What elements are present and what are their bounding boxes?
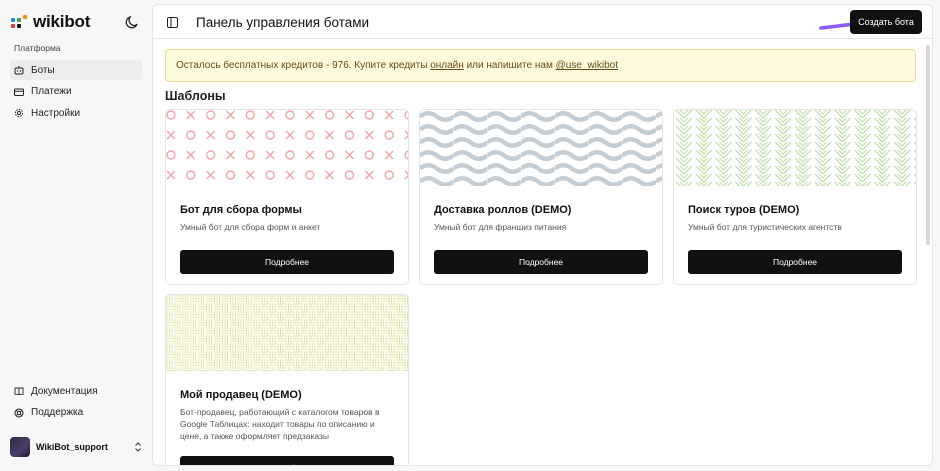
card-icon (14, 88, 24, 96)
sidebar-item-label: Платежи (31, 86, 72, 97)
gear-icon (14, 108, 24, 118)
wikibot-logo-icon (11, 15, 27, 28)
card-description: Умный бот для туристических агентств (688, 222, 842, 232)
bot-icon (14, 66, 24, 75)
sidebar-nav: Боты Платежи Настройки (10, 60, 142, 125)
brand-name: wikibot (33, 12, 91, 31)
user-name: WikiBot_support (36, 442, 108, 452)
card-title: Поиск туров (DEMO) (688, 204, 800, 216)
card-description: Бот-продавец, работающий с каталогом тов… (180, 407, 380, 441)
avatar (10, 437, 30, 457)
card-details-button[interactable]: Подробнее (434, 250, 648, 274)
page-title: Панель управления ботами (196, 15, 370, 30)
scrollbar[interactable] (926, 45, 930, 245)
pattern-xo-image (166, 110, 408, 186)
alert-text: или напишите нам (463, 60, 556, 71)
online-link[interactable]: онлайн (430, 60, 464, 71)
pattern-weave-image (166, 295, 408, 371)
pattern-chevron-image (674, 110, 916, 186)
book-icon (14, 387, 24, 396)
card-details-button[interactable]: Подробнее (180, 456, 394, 465)
card-title: Мой продавец (DEMO) (180, 389, 302, 401)
card-details-button[interactable]: Подробнее (180, 250, 394, 274)
card-description: Умный бот для франшиз питания (434, 222, 567, 232)
card-title: Бот для сбора формы (180, 204, 302, 216)
sidebar-item-label: Документация (31, 385, 98, 397)
sidebar: wikibot Платформа Боты Платежи Настройки… (0, 0, 152, 471)
template-card-seller[interactable]: Мой продавец (DEMO) Бот-продавец, работа… (165, 294, 409, 465)
card-description: Умный бот для сбора форм и анкет (180, 222, 321, 232)
sidebar-toggle-icon[interactable] (167, 17, 178, 28)
alert-text: Осталось бесплатных кредитов - 976. Купи… (176, 60, 431, 71)
sidebar-item-label: Настройки (31, 107, 81, 119)
template-card-delivery[interactable]: Доставка роллов (DEMO) Умный бот для фра… (419, 109, 663, 285)
sidebar-item-support[interactable]: Поддержка (10, 403, 142, 423)
lifebuoy-icon (14, 408, 24, 417)
sidebar-item-label: Поддержка (31, 407, 84, 418)
sidebar-section-label: Платформа (14, 43, 61, 53)
sidebar-item-docs[interactable]: Документация (10, 381, 142, 401)
top-bar: Панель управления ботами Создать бота (153, 5, 932, 39)
sidebar-item-bots[interactable]: Боты (10, 60, 142, 80)
templates-heading: Шаблоны (165, 89, 226, 103)
sidebar-item-label: Боты (31, 64, 55, 76)
card-title: Доставка роллов (DEMO) (434, 204, 572, 216)
user-menu[interactable]: WikiBot_support (10, 435, 142, 459)
pattern-waves-image (420, 110, 662, 186)
main-panel: Панель управления ботами Создать бота Ос… (152, 4, 933, 466)
credits-alert: Осталось бесплатных кредитов - 976. Купи… (165, 49, 916, 82)
contact-link[interactable]: @use_wikibot (556, 60, 618, 71)
chevron-up-down-icon (135, 442, 141, 452)
logo[interactable]: wikibot (10, 12, 90, 32)
sidebar-item-payments[interactable]: Платежи (10, 82, 142, 102)
create-bot-button[interactable]: Создать бота (850, 10, 922, 34)
sidebar-item-settings[interactable]: Настройки (10, 103, 142, 123)
sidebar-bottom-nav: Документация Поддержка (10, 381, 142, 424)
moon-icon[interactable] (124, 14, 140, 30)
template-card-form[interactable]: Бот для сбора формы Умный бот для сбора … (165, 109, 409, 285)
card-details-button[interactable]: Подробнее (688, 250, 902, 274)
template-card-tours[interactable]: Поиск туров (DEMO) Умный бот для туристи… (673, 109, 917, 285)
